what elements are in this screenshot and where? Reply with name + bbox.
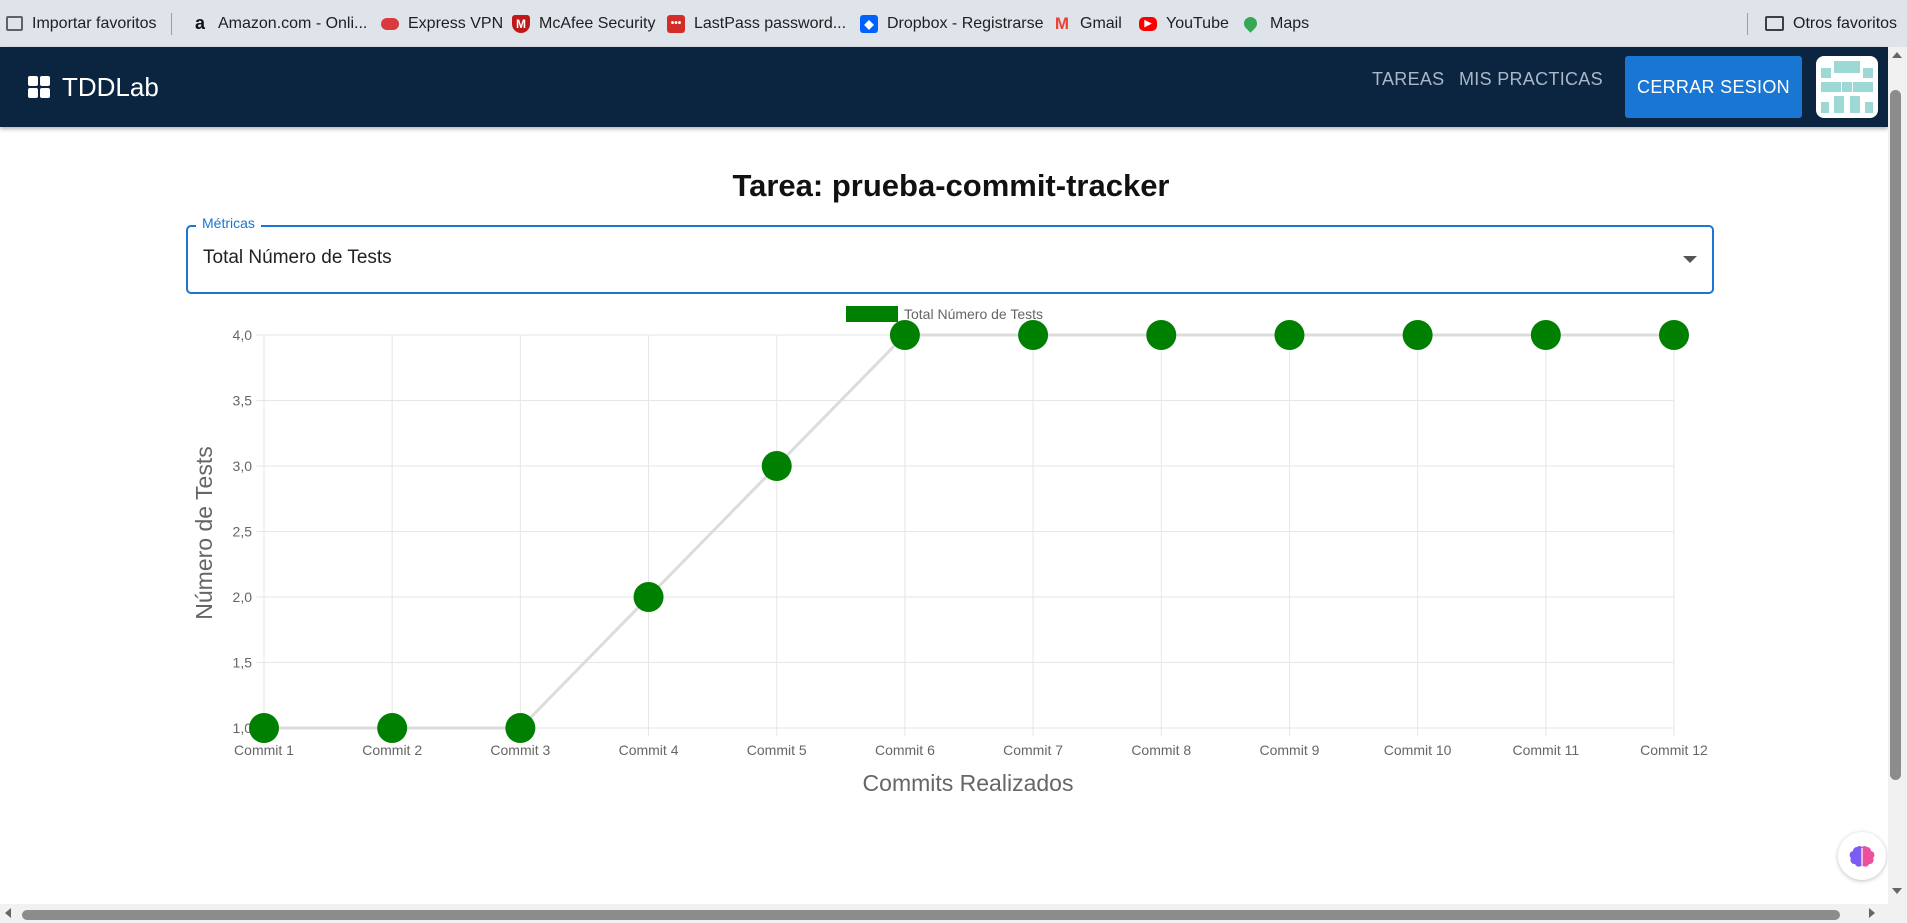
x-tick-label: Commit 4	[619, 742, 679, 758]
x-tick-label: Commit 9	[1260, 742, 1320, 758]
scroll-right-arrow[interactable]	[1869, 908, 1875, 918]
chart-legend[interactable]: Total Número de Tests	[846, 306, 1043, 322]
data-point	[249, 713, 279, 743]
x-axis-title: Commits Realizados	[863, 770, 1074, 796]
x-tick-label: Commit 11	[1512, 742, 1579, 758]
brain-icon	[1849, 846, 1875, 867]
data-point	[1659, 320, 1689, 350]
x-tick-label: Commit 5	[747, 742, 807, 758]
y-tick-label: 3,5	[233, 393, 253, 409]
legend-label: Total Número de Tests	[904, 306, 1043, 322]
chart-grid	[256, 334, 1675, 736]
x-tick-label: Commit 1	[234, 742, 294, 758]
data-point	[377, 713, 408, 743]
y-tick-label: 1,5	[233, 655, 253, 671]
data-point	[1146, 320, 1177, 350]
data-point	[761, 451, 792, 481]
vertical-scrollbar-thumb[interactable]	[1890, 90, 1901, 780]
line-chart: 1,01,52,02,53,03,54,0Commit 1 Commit 2 Com…	[191, 306, 1709, 796]
data-point	[633, 582, 664, 612]
x-tick-label: Commit 2	[362, 742, 422, 758]
x-tick-label: Commit 10	[1384, 742, 1452, 758]
data-point	[1018, 320, 1049, 350]
data-point	[505, 713, 536, 743]
scroll-down-arrow[interactable]	[1892, 888, 1902, 894]
y-tick-label: 2,0	[233, 589, 253, 605]
assistant-brain-button[interactable]	[1838, 832, 1886, 880]
data-point	[1274, 320, 1305, 350]
y-tick-label: 4,0	[233, 327, 253, 343]
x-tick-label: Commit 6	[875, 742, 935, 758]
data-point	[889, 320, 920, 350]
x-tick-label: Commit 12	[1640, 742, 1708, 758]
chart-axes: 1,01,52,02,53,03,54,0Commit 1 Commit 2 Com…	[233, 327, 1709, 758]
x-tick-label: Commit 8	[1131, 742, 1191, 758]
y-tick-label: 3,0	[233, 458, 253, 474]
y-axis-title: Número de Tests	[191, 446, 217, 619]
data-point	[1402, 320, 1433, 350]
data-point	[1530, 320, 1561, 350]
y-tick-label: 2,5	[233, 524, 253, 540]
x-tick-label: Commit 3	[490, 742, 550, 758]
scroll-up-arrow[interactable]	[1892, 52, 1902, 58]
x-tick-label: Commit 7	[1003, 742, 1063, 758]
legend-swatch	[846, 306, 898, 322]
scroll-left-arrow[interactable]	[5, 908, 11, 918]
horizontal-scrollbar-thumb[interactable]	[22, 910, 1840, 920]
